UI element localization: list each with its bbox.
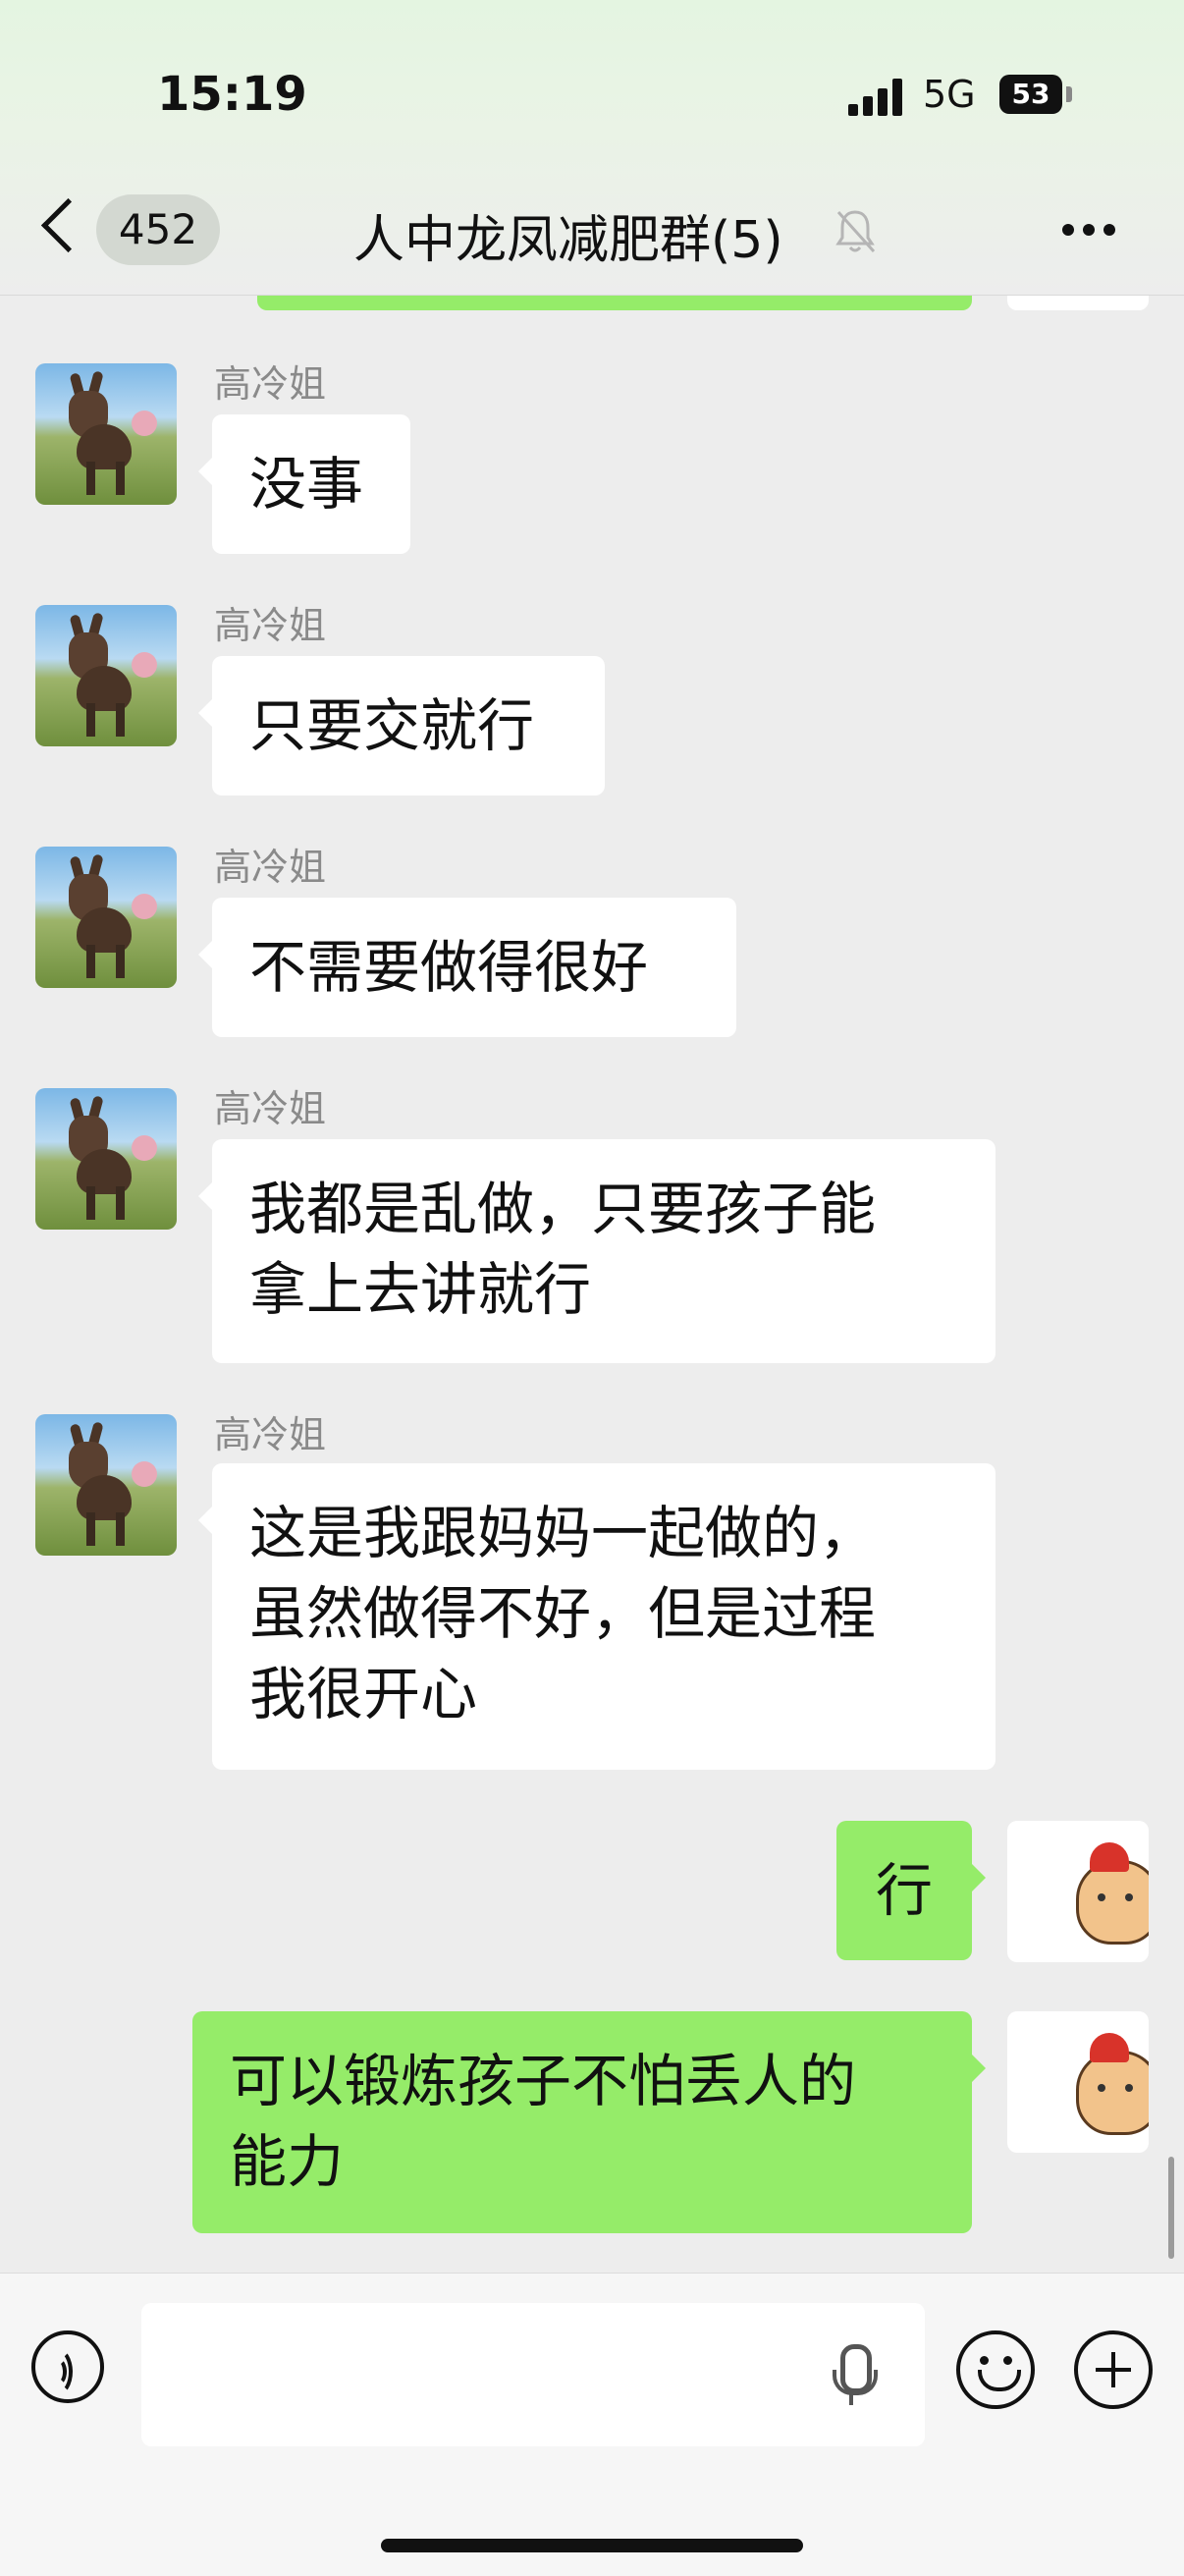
avatar[interactable] [35, 1088, 177, 1230]
mute-bell-icon [835, 210, 876, 253]
my-message-bubble[interactable]: 行 [836, 1821, 986, 1960]
my-avatar[interactable] [1007, 2011, 1149, 2153]
message-line: 可以锻炼孩子不怕丢人的 [230, 2048, 857, 2114]
my-avatar[interactable] [1007, 1821, 1149, 1962]
chat-header: 15:19 5G 53 452 人中龙凤减肥群(5) [0, 0, 1184, 296]
message-bubble[interactable]: 这是我跟妈妈一起做的， 虽然做得不好，但是过程 我很开心 [198, 1463, 996, 1770]
avatar[interactable] [35, 1414, 177, 1556]
message-line: 这是我跟妈妈一起做的， [249, 1500, 877, 1566]
home-indicator[interactable] [381, 2539, 803, 2552]
sender-name: 高冷姐 [214, 362, 327, 406]
sender-name: 高冷姐 [214, 846, 327, 889]
scrollbar[interactable] [1168, 2157, 1174, 2259]
message-line: 我很开心 [249, 1661, 478, 1727]
message-bubble[interactable]: 不需要做得很好 [198, 898, 736, 1037]
battery-icon: 53 [999, 75, 1062, 114]
sender-name: 高冷姐 [214, 1087, 327, 1130]
emoji-icon[interactable] [956, 2330, 1035, 2409]
message-bubble[interactable]: 没事 [198, 414, 410, 554]
my-message-bubble[interactable]: 可以锻炼孩子不怕丢人的 能力 [192, 2011, 986, 2233]
message-line: 能力 [230, 2128, 345, 2195]
mic-stem [849, 2393, 853, 2405]
avatar[interactable] [35, 847, 177, 988]
signal-icon [848, 79, 907, 116]
message-bubble[interactable]: 只要交就行 [198, 656, 605, 795]
message-input[interactable] [141, 2303, 925, 2446]
sender-name: 高冷姐 [214, 1413, 327, 1456]
status-time: 15:19 [157, 67, 307, 122]
avatar[interactable] [35, 363, 177, 505]
message-line: 拿上去讲就行 [249, 1256, 592, 1323]
chat-title[interactable]: 人中龙凤减肥群(5) [353, 198, 783, 272]
plus-icon[interactable] [1074, 2330, 1153, 2409]
unread-count-badge[interactable]: 452 [96, 194, 220, 265]
message-line: 虽然做得不好，但是过程 [249, 1580, 877, 1647]
input-bar [0, 2273, 1184, 2576]
message-line: 我都是乱做，只要孩子能 [249, 1176, 877, 1242]
back-chevron-icon[interactable] [40, 197, 96, 253]
avatar[interactable] [35, 605, 177, 746]
battery-nub [1066, 86, 1072, 102]
more-icon[interactable] [1062, 224, 1115, 236]
network-type: 5G [923, 73, 976, 116]
voice-icon[interactable] [31, 2330, 104, 2403]
message-bubble[interactable]: 我都是乱做，只要孩子能 拿上去讲就行 [198, 1139, 996, 1363]
sender-name: 高冷姐 [214, 604, 327, 647]
